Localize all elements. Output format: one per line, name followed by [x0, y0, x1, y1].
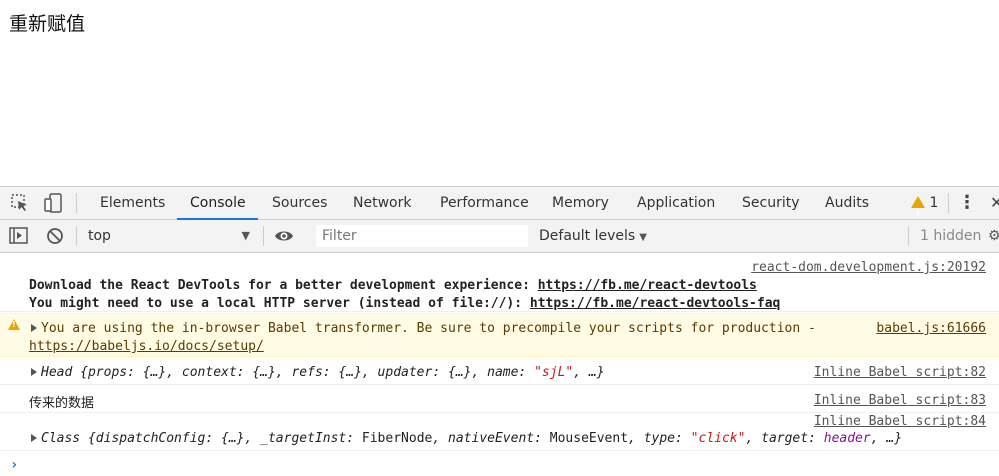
page-area: 重新赋值: [0, 0, 999, 185]
object-body: , nativeEvent:: [432, 431, 550, 446]
message-source-link[interactable]: Inline Babel script:84: [814, 414, 986, 429]
message-link[interactable]: https://fb.me/react-devtools-faq: [530, 296, 780, 311]
devtools-tabbar: Elements Console Sources Network Perform…: [0, 187, 999, 229]
sidebar-toggle-icon[interactable]: [8, 225, 30, 247]
hidden-messages-count: 1 hidden: [920, 228, 982, 244]
message-text-part: You are using the in-browser Babel trans…: [41, 321, 816, 336]
console-message: Inline Babel script:84 Class {dispatchCo…: [0, 414, 999, 451]
message-source-link[interactable]: Inline Babel script:82: [814, 365, 986, 380]
more-options-icon[interactable]: ⋮: [957, 187, 977, 219]
expand-arrow-icon[interactable]: [31, 434, 37, 442]
expand-arrow-icon[interactable]: [31, 368, 37, 376]
message-text-part: Download the React DevTools for a better…: [29, 278, 538, 293]
toolbar-divider: [263, 226, 264, 246]
object-body: {props: {…}, context: {…}, refs: {…}, up…: [72, 365, 535, 380]
toolbar-divider: [76, 226, 77, 246]
message-source-link[interactable]: react-dom.development.js:20192: [751, 260, 986, 275]
object-name: Head: [41, 365, 73, 380]
console-warning-message: babel.js:61666 You are using the in-brow…: [0, 313, 999, 357]
message-text: 传来的数据: [29, 396, 95, 411]
tab-sources[interactable]: Sources: [272, 187, 327, 219]
object-name: Class: [41, 431, 81, 446]
clear-console-icon[interactable]: [44, 225, 66, 247]
object-body: , target:: [745, 431, 824, 446]
tabbar-divider: [76, 193, 77, 213]
warning-icon: [911, 196, 925, 229]
message-text[interactable]: You are using the in-browser Babel trans…: [31, 321, 816, 336]
message-link[interactable]: https://babeljs.io/docs/setup/: [29, 339, 264, 354]
object-body: , …}: [870, 431, 903, 446]
context-selector[interactable]: top ▼: [88, 220, 254, 252]
tab-audits[interactable]: Audits: [825, 187, 869, 219]
object-body: , type:: [628, 431, 691, 446]
tab-console[interactable]: Console: [177, 187, 258, 220]
tabbar-divider: [948, 193, 949, 213]
logged-object[interactable]: Head {props: {…}, context: {…}, refs: {……: [31, 365, 605, 380]
message-text: Download the React DevTools for a better…: [29, 278, 757, 293]
message-source-link[interactable]: babel.js:61666: [876, 321, 986, 336]
inspect-element-icon[interactable]: [9, 192, 31, 214]
logged-object[interactable]: Class {dispatchConfig: {…}, _targetInst:…: [31, 431, 902, 446]
log-levels-dropdown[interactable]: Default levels ▼: [539, 220, 647, 252]
context-value: top: [88, 228, 111, 244]
message-source-link[interactable]: Inline Babel script:83: [814, 393, 986, 408]
object-string-value: "sjL": [534, 365, 574, 380]
tab-application[interactable]: Application: [637, 187, 715, 219]
object-type: MouseEvent: [549, 431, 629, 446]
live-expression-eye-icon[interactable]: [273, 225, 295, 247]
message-text-part: You might need to use a local HTTP serve…: [29, 296, 530, 311]
filter-input[interactable]: [316, 225, 528, 247]
console-message: Inline Babel script:83 传来的数据: [0, 386, 999, 413]
warning-count: 1: [929, 195, 939, 211]
object-element-value: header: [823, 431, 871, 446]
object-body: {dispatchConfig: {…}, _targetInst:: [80, 431, 362, 446]
page-heading: 重新赋值: [9, 13, 86, 35]
object-body: , …}: [573, 365, 605, 380]
expand-arrow-icon[interactable]: [31, 324, 37, 332]
warning-icon: [8, 319, 20, 330]
warnings-badge[interactable]: 1: [911, 187, 939, 229]
device-toolbar-icon[interactable]: [42, 192, 64, 214]
console-messages: react-dom.development.js:20192 Download …: [0, 253, 999, 476]
message-link[interactable]: https://fb.me/react-devtools: [538, 278, 757, 293]
devtools-panel: Elements Console Sources Network Perform…: [0, 186, 999, 476]
tab-performance[interactable]: Performance: [440, 187, 529, 219]
message-text: You might need to use a local HTTP serve…: [29, 296, 780, 311]
console-prompt[interactable]: ›: [10, 457, 18, 473]
chevron-down-icon: ▼: [639, 232, 647, 243]
close-icon[interactable]: ✕: [990, 187, 999, 219]
console-message: react-dom.development.js:20192 Download …: [0, 253, 999, 312]
tab-network[interactable]: Network: [353, 187, 411, 219]
tab-memory[interactable]: Memory: [552, 187, 609, 219]
gear-icon[interactable]: ⚙: [988, 220, 999, 252]
console-message: Inline Babel script:82 Head {props: {…},…: [0, 358, 999, 385]
chevron-down-icon: ▼: [241, 229, 250, 242]
console-toolbar: top ▼ Default levels▼ 1 hidden ⚙: [0, 220, 999, 253]
toolbar-divider: [908, 226, 909, 246]
object-string-value: "click": [690, 431, 746, 446]
message-text: https://babeljs.io/docs/setup/: [29, 339, 264, 354]
log-levels-label: Default levels: [539, 228, 636, 244]
tab-security[interactable]: Security: [742, 187, 800, 219]
tab-elements[interactable]: Elements: [100, 187, 165, 219]
object-type: FiberNode: [361, 431, 433, 446]
